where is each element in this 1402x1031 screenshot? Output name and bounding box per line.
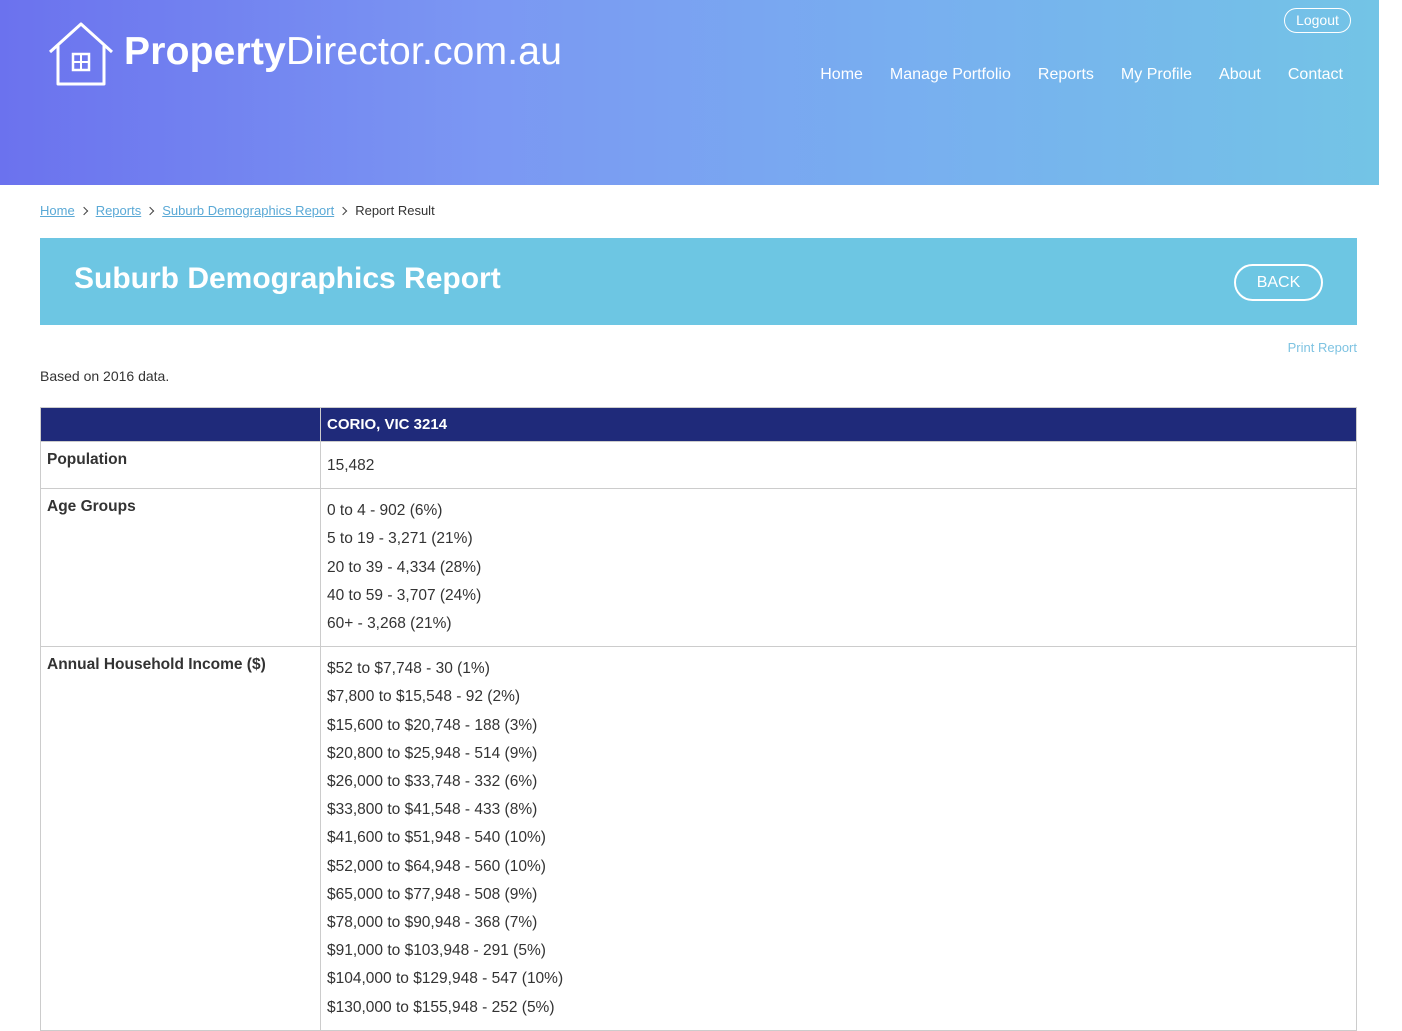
title-banner: Suburb Demographics Report BACK (40, 238, 1357, 325)
nav-reports[interactable]: Reports (1038, 65, 1094, 85)
value-line: 40 to 59 - 3,707 (24%) (327, 586, 482, 604)
value-line: 5 to 19 - 3,271 (21%) (327, 530, 473, 548)
page-title: Suburb Demographics Report (74, 262, 501, 295)
breadcrumb-home[interactable]: Home (40, 203, 75, 218)
logout-button[interactable]: Logout (1284, 8, 1351, 33)
value-line: 60+ - 3,268 (21%) (327, 615, 452, 633)
nav-contact[interactable]: Contact (1288, 65, 1343, 85)
value-line: $65,000 to $77,948 - 508 (9%) (327, 885, 538, 903)
breadcrumb-suburb-demographics[interactable]: Suburb Demographics Report (162, 203, 334, 218)
chevron-right-icon (145, 206, 155, 215)
nav-my-profile[interactable]: My Profile (1121, 65, 1192, 85)
row-value: 0 to 4 - 902 (6%) 5 to 19 - 3,271 (21%) … (320, 488, 1357, 648)
breadcrumb-current: Report Result (355, 203, 435, 218)
table-header-row: CORIO, VIC 3214 (40, 407, 1357, 442)
table-header-label (40, 407, 321, 442)
row-label: Population (40, 440, 321, 490)
row-value: $52 to $7,748 - 30 (1%) $7,800 to $15,54… (320, 646, 1357, 1031)
demographics-table: CORIO, VIC 3214 Population 15,482 Age Gr… (40, 407, 1357, 1031)
value-line: $15,600 to $20,748 - 188 (3%) (327, 716, 538, 734)
value-line: $26,000 to $33,748 - 332 (6%) (327, 773, 538, 791)
value-line: $20,800 to $25,948 - 514 (9%) (327, 744, 538, 762)
value-line: 15,482 (327, 457, 375, 474)
row-label: Annual Household Income ($) (40, 646, 321, 1031)
value-line: $7,800 to $15,548 - 92 (2%) (327, 688, 521, 706)
row-label: Age Groups (40, 488, 321, 648)
table-row-age-groups: Age Groups 0 to 4 - 902 (6%) 5 to 19 - 3… (40, 488, 1357, 648)
chevron-right-icon (79, 206, 88, 215)
nav-manage-portfolio[interactable]: Manage Portfolio (890, 65, 1011, 85)
chevron-right-icon (338, 206, 348, 215)
row-value: 15,482 (320, 440, 1357, 490)
logo-text-light: Director.com.au (285, 30, 563, 73)
house-icon (48, 22, 114, 86)
table-row-household-income: Annual Household Income ($) $52 to $7,74… (40, 646, 1357, 1031)
value-line: 0 to 4 - 902 (6%) (327, 502, 443, 520)
nav-about[interactable]: About (1219, 65, 1261, 85)
logo-text: PropertyDirector.com.au (124, 30, 562, 74)
value-line: $41,600 to $51,948 - 540 (10%) (327, 829, 546, 847)
value-line: $52 to $7,748 - 30 (1%) (327, 660, 490, 678)
value-line: $130,000 to $155,948 - 252 (5%) (327, 998, 555, 1016)
site-logo[interactable]: PropertyDirector.com.au (46, 20, 562, 90)
value-line: $104,000 to $129,948 - 547 (10%) (327, 970, 564, 988)
back-button[interactable]: BACK (1234, 264, 1323, 301)
site-header: PropertyDirector.com.au Logout Home Mana… (0, 0, 1379, 185)
value-line: $91,000 to $103,948 - 291 (5%) (327, 942, 546, 960)
nav-home[interactable]: Home (820, 65, 863, 85)
value-line: 20 to 39 - 4,334 (28%) (327, 558, 482, 576)
value-line: $52,000 to $64,948 - 560 (10%) (327, 857, 546, 875)
print-report-link[interactable]: Print Report (1288, 340, 1357, 355)
value-line: $78,000 to $90,948 - 368 (7%) (327, 914, 538, 932)
main-nav: Home Manage Portfolio Reports My Profile… (793, 65, 1343, 85)
value-line: $33,800 to $41,548 - 433 (8%) (327, 801, 538, 819)
breadcrumb: Home Reports Suburb Demographics Report … (40, 203, 435, 218)
logo-text-bold: Property (124, 30, 286, 73)
data-source-note: Based on 2016 data. (40, 368, 170, 384)
table-row-population: Population 15,482 (40, 440, 1357, 490)
table-header-suburb: CORIO, VIC 3214 (320, 407, 1357, 442)
breadcrumb-reports[interactable]: Reports (96, 203, 142, 218)
